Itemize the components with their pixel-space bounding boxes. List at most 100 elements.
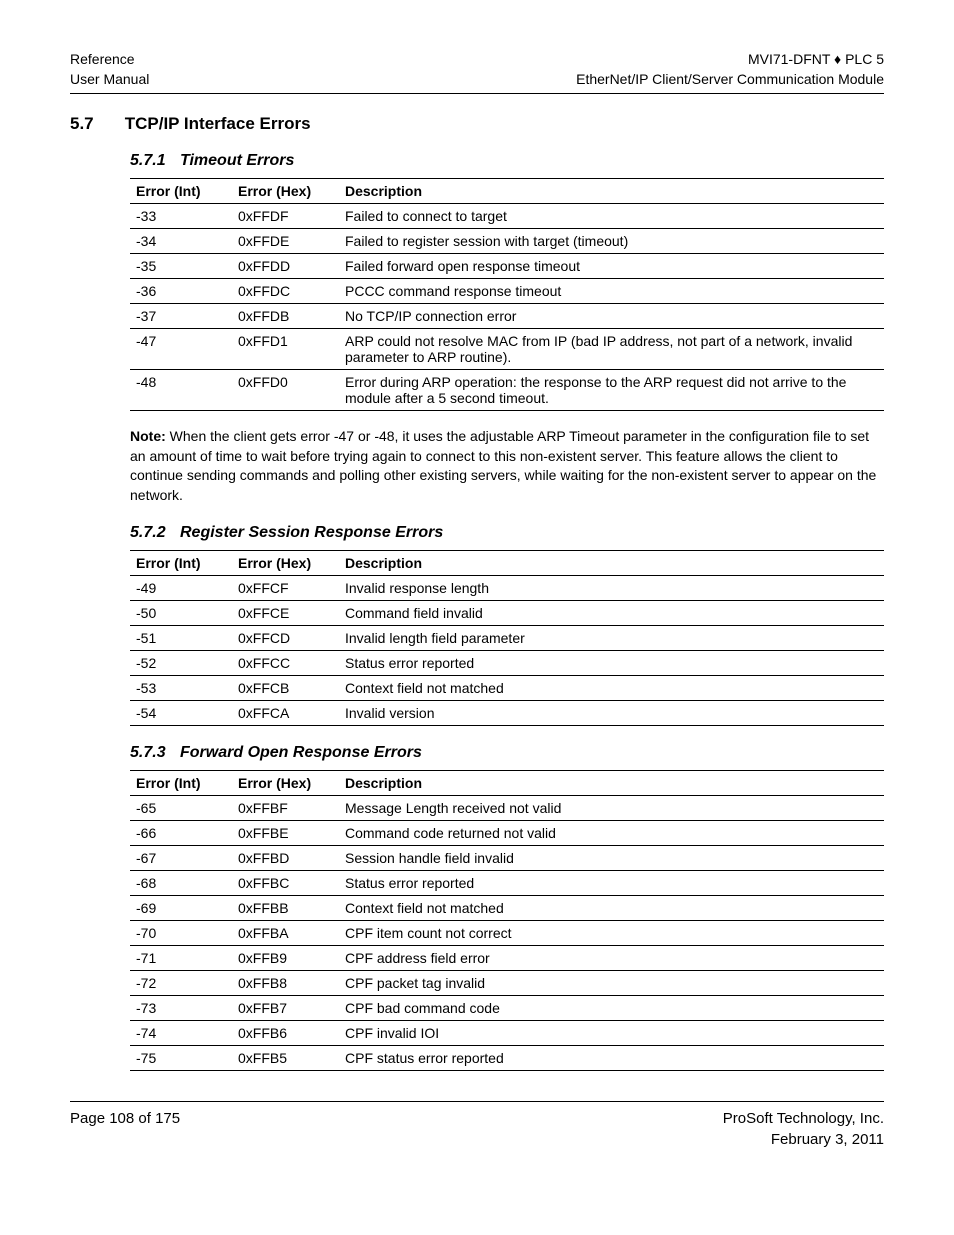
table-cell: 0xFFCD xyxy=(232,625,339,650)
table-row: -650xFFBFMessage Length received not val… xyxy=(130,795,884,820)
column-header: Error (Int) xyxy=(130,179,232,204)
table-cell: 0xFFCC xyxy=(232,650,339,675)
section-number: 5.7 xyxy=(70,114,120,134)
table-cell: Status error reported xyxy=(339,870,884,895)
table-cell: -65 xyxy=(130,795,232,820)
table-cell: -35 xyxy=(130,254,232,279)
table-row: -700xFFBACPF item count not correct xyxy=(130,920,884,945)
table-cell: -53 xyxy=(130,675,232,700)
table-cell: 0xFFDC xyxy=(232,279,339,304)
table-cell: -73 xyxy=(130,995,232,1020)
table-row: -680xFFBCStatus error reported xyxy=(130,870,884,895)
table-cell: 0xFFBD xyxy=(232,845,339,870)
table-cell: 0xFFDE xyxy=(232,229,339,254)
table-row: -500xFFCECommand field invalid xyxy=(130,600,884,625)
header-right-line2: EtherNet/IP Client/Server Communication … xyxy=(576,70,884,90)
column-header: Description xyxy=(339,770,884,795)
table-row: -360xFFDCPCCC command response timeout xyxy=(130,279,884,304)
column-header: Error (Hex) xyxy=(232,179,339,204)
table-cell: -37 xyxy=(130,304,232,329)
table-cell: -71 xyxy=(130,945,232,970)
table-row: -350xFFDDFailed forward open response ti… xyxy=(130,254,884,279)
table-cell: 0xFFB9 xyxy=(232,945,339,970)
table-cell: -68 xyxy=(130,870,232,895)
table-row: -370xFFDBNo TCP/IP connection error xyxy=(130,304,884,329)
table-cell: -67 xyxy=(130,845,232,870)
table-cell: 0xFFB6 xyxy=(232,1020,339,1045)
table-cell: 0xFFBE xyxy=(232,820,339,845)
error-table: Error (Int)Error (Hex)Description-490xFF… xyxy=(130,550,884,726)
column-header: Error (Hex) xyxy=(232,550,339,575)
section-title-text: TCP/IP Interface Errors xyxy=(125,114,311,133)
table-cell: -72 xyxy=(130,970,232,995)
table-cell: CPF bad command code xyxy=(339,995,884,1020)
table-cell: PCCC command response timeout xyxy=(339,279,884,304)
table-cell: 0xFFB5 xyxy=(232,1045,339,1070)
table-cell: Session handle field invalid xyxy=(339,845,884,870)
table-cell: 0xFFCF xyxy=(232,575,339,600)
table-cell: 0xFFCE xyxy=(232,600,339,625)
column-header: Description xyxy=(339,550,884,575)
table-cell: Command field invalid xyxy=(339,600,884,625)
table-cell: 0xFFD1 xyxy=(232,329,339,370)
subsection-heading: 5.7.2Register Session Response Errors xyxy=(130,524,884,542)
table-row: -510xFFCDInvalid length field parameter xyxy=(130,625,884,650)
table-cell: -52 xyxy=(130,650,232,675)
table-row: -690xFFBBContext field not matched xyxy=(130,895,884,920)
table-cell: 0xFFD0 xyxy=(232,370,339,411)
table-cell: Error during ARP operation: the response… xyxy=(339,370,884,411)
column-header: Description xyxy=(339,179,884,204)
table-cell: Context field not matched xyxy=(339,895,884,920)
subsection-title: Timeout Errors xyxy=(180,152,294,169)
error-table: Error (Int)Error (Hex)Description-650xFF… xyxy=(130,770,884,1071)
table-cell: 0xFFBA xyxy=(232,920,339,945)
table-cell: Context field not matched xyxy=(339,675,884,700)
table-cell: 0xFFDD xyxy=(232,254,339,279)
page-header: Reference User Manual MVI71-DFNT ♦ PLC 5… xyxy=(70,50,884,89)
footer-company: ProSoft Technology, Inc. xyxy=(723,1108,884,1129)
table-cell: -33 xyxy=(130,204,232,229)
table-cell: -51 xyxy=(130,625,232,650)
table-cell: -34 xyxy=(130,229,232,254)
note-label: Note: xyxy=(130,428,166,444)
column-header: Error (Int) xyxy=(130,770,232,795)
table-row: -470xFFD1ARP could not resolve MAC from … xyxy=(130,329,884,370)
note-paragraph: Note: When the client gets error -47 or … xyxy=(130,427,884,505)
subsection-heading: 5.7.1Timeout Errors xyxy=(130,152,884,170)
subsection-title: Register Session Response Errors xyxy=(180,524,443,541)
footer-rule xyxy=(70,1101,884,1102)
table-cell: -66 xyxy=(130,820,232,845)
table-cell: 0xFFBF xyxy=(232,795,339,820)
table-cell: Message Length received not valid xyxy=(339,795,884,820)
table-cell: -74 xyxy=(130,1020,232,1045)
table-cell: Failed forward open response timeout xyxy=(339,254,884,279)
header-right-line1: MVI71-DFNT ♦ PLC 5 xyxy=(576,50,884,70)
table-row: -750xFFB5CPF status error reported xyxy=(130,1045,884,1070)
table-row: -330xFFDFFailed to connect to target xyxy=(130,204,884,229)
table-cell: 0xFFBB xyxy=(232,895,339,920)
table-cell: 0xFFDB xyxy=(232,304,339,329)
page-footer: Page 108 of 175 ProSoft Technology, Inc.… xyxy=(70,1108,884,1150)
table-cell: CPF invalid IOI xyxy=(339,1020,884,1045)
header-left-line2: User Manual xyxy=(70,70,149,90)
table-row: -480xFFD0Error during ARP operation: the… xyxy=(130,370,884,411)
table-cell: CPF address field error xyxy=(339,945,884,970)
table-cell: 0xFFB7 xyxy=(232,995,339,1020)
column-header: Error (Int) xyxy=(130,550,232,575)
table-cell: Command code returned not valid xyxy=(339,820,884,845)
table-cell: -75 xyxy=(130,1045,232,1070)
table-row: -660xFFBECommand code returned not valid xyxy=(130,820,884,845)
table-row: -710xFFB9CPF address field error xyxy=(130,945,884,970)
table-cell: -70 xyxy=(130,920,232,945)
table-cell: 0xFFBC xyxy=(232,870,339,895)
subsection-number: 5.7.1 xyxy=(130,152,180,170)
table-row: -520xFFCCStatus error reported xyxy=(130,650,884,675)
table-cell: ARP could not resolve MAC from IP (bad I… xyxy=(339,329,884,370)
subsection-number: 5.7.2 xyxy=(130,524,180,542)
table-cell: -50 xyxy=(130,600,232,625)
table-cell: -36 xyxy=(130,279,232,304)
table-cell: CPF item count not correct xyxy=(339,920,884,945)
footer-page: Page 108 of 175 xyxy=(70,1108,180,1150)
table-row: -730xFFB7CPF bad command code xyxy=(130,995,884,1020)
table-cell: -48 xyxy=(130,370,232,411)
